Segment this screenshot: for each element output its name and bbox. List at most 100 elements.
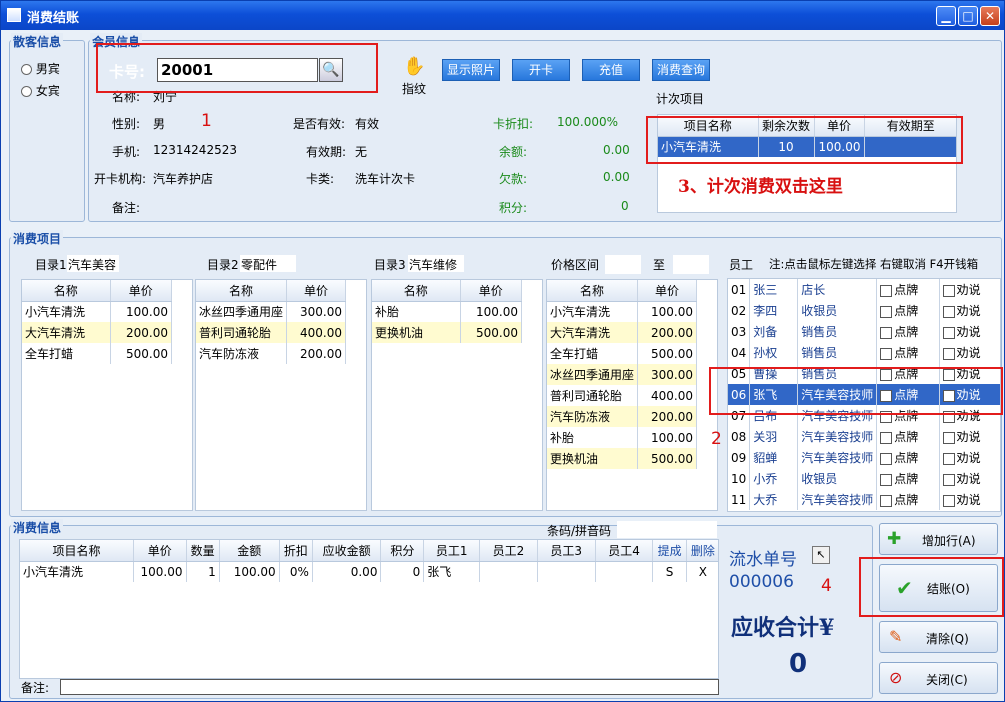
open-card-button[interactable]: 开卡 bbox=[512, 59, 570, 81]
pick-label: 点牌 bbox=[894, 304, 919, 318]
cat3-field[interactable]: 汽车维修 bbox=[408, 255, 464, 272]
pick-checkbox[interactable] bbox=[880, 494, 893, 507]
staff-row[interactable]: 10 小乔 收银员 点牌 劝说 bbox=[728, 468, 1000, 489]
list-cat2[interactable]: 名称 单价 冰丝四季通用座 300.00 普利司通轮胎 400.00 汽车防冻液 200.0… bbox=[195, 279, 367, 511]
pick-checkbox[interactable] bbox=[880, 326, 893, 339]
list-item[interactable]: 更换机油 500.00 bbox=[372, 322, 522, 343]
close-button[interactable]: ⊘ 关闭(C) bbox=[879, 662, 998, 694]
member-debt: 0.00 bbox=[603, 170, 630, 184]
list-item[interactable]: 冰丝四季通用座 300.00 bbox=[196, 301, 346, 322]
barcode-input[interactable] bbox=[617, 521, 717, 538]
close-window-button[interactable]: ✕ bbox=[980, 6, 1000, 26]
list-item[interactable]: 更换机油 500.00 bbox=[547, 448, 697, 469]
staff-row[interactable]: 04 孙权 销售员 点牌 劝说 bbox=[728, 342, 1000, 363]
item-price: 100.00 bbox=[110, 301, 172, 322]
staff-id: 11 bbox=[728, 489, 751, 510]
bill-cell: 张飞 bbox=[423, 561, 480, 582]
female-radio[interactable]: 女宾 bbox=[21, 82, 60, 99]
persuade-cell[interactable]: 劝说 bbox=[939, 426, 1000, 447]
pick-cell[interactable]: 点牌 bbox=[876, 447, 940, 468]
bill-row[interactable]: 小汽车清洗 100.00 1 100.00 0% 0.00 0 张飞 S X bbox=[20, 561, 718, 582]
persuade-checkbox[interactable] bbox=[942, 326, 955, 339]
pick-checkbox[interactable] bbox=[880, 431, 893, 444]
pick-checkbox[interactable] bbox=[880, 284, 893, 297]
persuade-checkbox[interactable] bbox=[942, 452, 955, 465]
pick-cell[interactable]: 点牌 bbox=[876, 342, 940, 363]
persuade-cell[interactable]: 劝说 bbox=[939, 279, 1000, 300]
staff-row[interactable]: 09 貂蝉 汽车美容技师 点牌 劝说 bbox=[728, 447, 1000, 468]
persuade-cell[interactable]: 劝说 bbox=[939, 489, 1000, 510]
persuade-checkbox[interactable] bbox=[942, 494, 955, 507]
cursor-icon[interactable]: ↖ bbox=[812, 546, 830, 564]
pick-checkbox[interactable] bbox=[880, 347, 893, 360]
pick-cell[interactable]: 点牌 bbox=[876, 321, 940, 342]
pick-cell[interactable]: 点牌 bbox=[876, 279, 940, 300]
persuade-checkbox[interactable] bbox=[942, 284, 955, 297]
persuade-checkbox[interactable] bbox=[942, 473, 955, 486]
gender-label: 性别: bbox=[112, 117, 141, 131]
list-item[interactable]: 普利司通轮胎 400.00 bbox=[547, 385, 697, 406]
list-item[interactable]: 补胎 100.00 bbox=[547, 427, 697, 448]
bill-cell[interactable]: X bbox=[686, 561, 718, 582]
list-item[interactable]: 冰丝四季通用座 300.00 bbox=[547, 364, 697, 385]
staff-id: 02 bbox=[728, 300, 751, 321]
bill-note-input[interactable] bbox=[60, 679, 719, 695]
staff-row[interactable]: 02 李四 收银员 点牌 劝说 bbox=[728, 300, 1000, 321]
item-name: 汽车防冻液 bbox=[547, 406, 639, 427]
pick-checkbox[interactable] bbox=[880, 473, 893, 486]
list-cat1[interactable]: 名称 单价 小汽车清洗 100.00 大汽车清洗 200.00 全车打蜡 500.00 bbox=[21, 279, 193, 511]
list-item[interactable]: 小汽车清洗 100.00 bbox=[547, 301, 697, 322]
note-label: 备注: bbox=[112, 201, 141, 215]
clear-button[interactable]: ✎ 清除(Q) bbox=[879, 621, 998, 653]
maximize-button[interactable]: □ bbox=[958, 6, 978, 26]
persuade-cell[interactable]: 劝说 bbox=[939, 321, 1000, 342]
persuade-cell[interactable]: 劝说 bbox=[939, 447, 1000, 468]
persuade-checkbox[interactable] bbox=[942, 305, 955, 318]
pick-checkbox[interactable] bbox=[880, 305, 893, 318]
bill-cell[interactable]: S bbox=[652, 561, 687, 582]
list-item[interactable]: 大汽车清洗 200.00 bbox=[22, 322, 172, 343]
price-to-input[interactable] bbox=[673, 255, 709, 274]
consume-query-button[interactable]: 消费查询 bbox=[652, 59, 710, 81]
persuade-cell[interactable]: 劝说 bbox=[939, 468, 1000, 489]
pick-label: 点牌 bbox=[894, 283, 919, 297]
highlight-card bbox=[96, 43, 378, 93]
list-item[interactable]: 大汽车清洗 200.00 bbox=[547, 322, 697, 343]
pick-cell[interactable]: 点牌 bbox=[876, 489, 940, 510]
list-cat3[interactable]: 名称 单价 补胎 100.00 更换机油 500.00 bbox=[371, 279, 543, 511]
minimize-button[interactable]: ▁ bbox=[936, 6, 956, 26]
list-price-range[interactable]: 名称 单价 小汽车清洗 100.00 大汽车清洗 200.00 全车打蜡 500.00 冰丝四… bbox=[546, 279, 718, 511]
list-item[interactable]: 小汽车清洗 100.00 bbox=[22, 301, 172, 322]
cat2-field[interactable]: 零配件 bbox=[240, 255, 296, 272]
cat1-field[interactable]: 汽车美容 bbox=[67, 255, 119, 272]
recharge-button[interactable]: 充值 bbox=[582, 59, 640, 81]
item-name: 大汽车清洗 bbox=[22, 322, 111, 343]
list-item[interactable]: 普利司通轮胎 400.00 bbox=[196, 322, 346, 343]
staff-row[interactable]: 01 张三 店长 点牌 劝说 bbox=[728, 279, 1000, 300]
persuade-checkbox[interactable] bbox=[942, 431, 955, 444]
bill-table[interactable]: 项目名称 单价 数量 金额 折扣 应收金额 积分 员工1 员工2 员工3 员工4 提成 删除 小汽车清洗… bbox=[19, 539, 719, 679]
pick-cell[interactable]: 点牌 bbox=[876, 426, 940, 447]
item-price: 100.00 bbox=[460, 301, 522, 322]
list-item[interactable]: 补胎 100.00 bbox=[372, 301, 522, 322]
list-item[interactable]: 全车打蜡 500.00 bbox=[22, 343, 172, 364]
col-price: 单价 bbox=[110, 280, 172, 302]
pick-cell[interactable]: 点牌 bbox=[876, 300, 940, 321]
pick-checkbox[interactable] bbox=[880, 452, 893, 465]
staff-row[interactable]: 08 关羽 汽车美容技师 点牌 劝说 bbox=[728, 426, 1000, 447]
hand-icon[interactable]: ✋ bbox=[403, 56, 425, 77]
list-item[interactable]: 汽车防冻液 200.00 bbox=[547, 406, 697, 427]
show-photo-button[interactable]: 显示照片 bbox=[442, 59, 500, 81]
price-from-input[interactable] bbox=[605, 255, 641, 274]
staff-row[interactable]: 11 大乔 汽车美容技师 点牌 劝说 bbox=[728, 489, 1000, 510]
pick-cell[interactable]: 点牌 bbox=[876, 468, 940, 489]
persuade-cell[interactable]: 劝说 bbox=[939, 342, 1000, 363]
list-item[interactable]: 全车打蜡 500.00 bbox=[547, 343, 697, 364]
list-item[interactable]: 汽车防冻液 200.00 bbox=[196, 343, 346, 364]
item-price: 200.00 bbox=[110, 322, 172, 343]
persuade-cell[interactable]: 劝说 bbox=[939, 300, 1000, 321]
male-radio[interactable]: 男宾 bbox=[21, 60, 60, 77]
persuade-checkbox[interactable] bbox=[942, 347, 955, 360]
add-row-button[interactable]: ✚ 增加行(A) bbox=[879, 523, 998, 555]
staff-row[interactable]: 03 刘备 销售员 点牌 劝说 bbox=[728, 321, 1000, 342]
